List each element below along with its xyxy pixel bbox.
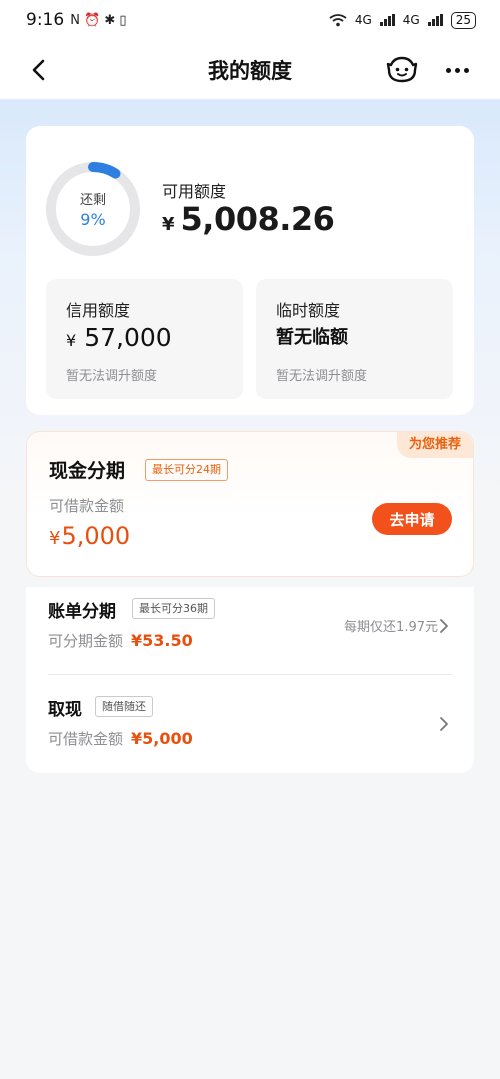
- status-bar: 9:16 N ⏰ ✱ ▯ 4G 4G 25: [0, 0, 500, 40]
- chevron-right-icon: [440, 717, 448, 731]
- ring-center: 还剩 9%: [44, 160, 142, 258]
- signal-icon: [379, 14, 395, 26]
- bill-installment-sub: 可分期金额 ¥53.50: [48, 630, 193, 651]
- temporary-limit-label: 临时额度: [276, 301, 341, 320]
- cash-installment-amount: ¥ 5,000: [49, 522, 130, 550]
- cash-withdraw-sub: 可借款金额 ¥5,000: [48, 728, 193, 749]
- credit-limit-note: 暂无法调升额度: [66, 369, 158, 384]
- ring-label: 还剩: [79, 193, 106, 208]
- credit-limit-box: 信用额度 ¥ 57,000 暂无法调升额度: [46, 279, 243, 399]
- quota-card: 还剩 9% 可用额度 ¥ 5,008.26 信用额度 ¥ 57,000 暂无法调…: [26, 126, 474, 415]
- cash-installment-amount-value: 5,000: [61, 522, 131, 550]
- currency-symbol: ¥: [162, 214, 175, 235]
- apply-button[interactable]: 去申请: [372, 503, 452, 535]
- bill-installment-title: 账单分期: [48, 602, 116, 622]
- available-label: 可用额度: [162, 182, 227, 201]
- temporary-limit-value: 暂无临额: [276, 327, 348, 348]
- network-type-2: 4G: [402, 13, 420, 27]
- credit-limit-number: 57,000: [84, 323, 172, 352]
- more-options-icon[interactable]: [446, 58, 472, 82]
- bill-installment-tag: 最长可分36期: [132, 598, 215, 619]
- cash-withdraw-title: 取现: [48, 700, 82, 720]
- cash-installment-tag: 最长可分24期: [145, 459, 228, 481]
- status-notification-icons: N ⏰ ✱ ▯: [70, 12, 127, 28]
- cash-installment-card[interactable]: 为您推荐 现金分期 最长可分24期 可借款金额 ¥ 5,000 去申请: [26, 431, 474, 577]
- recommend-badge: 为您推荐: [396, 432, 473, 458]
- available-amount: ¥ 5,008.26: [162, 200, 335, 238]
- cash-installment-title: 现金分期: [49, 460, 126, 482]
- bill-installment-sub-label: 可分期金额: [48, 632, 124, 650]
- network-type-1: 4G: [354, 13, 372, 27]
- bill-installment-note: 每期仅还1.97元: [344, 620, 438, 635]
- cash-installment-sub-label: 可借款金额: [49, 497, 125, 515]
- installment-list-card: 账单分期 最长可分36期 可分期金额 ¥53.50 每期仅还1.97元 取现 随…: [26, 587, 474, 773]
- credit-limit-value: ¥ 57,000: [66, 323, 172, 352]
- row-divider: [48, 674, 452, 675]
- nav-bar: 我的额度: [0, 40, 500, 100]
- page-title: 我的额度: [208, 59, 292, 83]
- chevron-right-icon: [440, 619, 448, 633]
- currency-symbol: ¥: [49, 528, 61, 549]
- cash-withdraw-sub-label: 可借款金额: [48, 730, 124, 748]
- cash-withdraw-amount: ¥5,000: [131, 729, 193, 748]
- temporary-limit-box: 临时额度 暂无临额 暂无法调升额度: [256, 279, 453, 399]
- wifi-icon: [329, 14, 347, 27]
- back-arrow-icon[interactable]: [28, 58, 52, 82]
- available-amount-value: 5,008.26: [180, 200, 335, 238]
- credit-limit-label: 信用额度: [66, 301, 131, 320]
- currency-symbol: ¥: [66, 331, 77, 350]
- bill-installment-row[interactable]: 账单分期 最长可分36期 可分期金额 ¥53.50 每期仅还1.97元: [26, 587, 474, 675]
- bill-installment-amount: ¥53.50: [131, 631, 193, 650]
- customer-service-icon[interactable]: [386, 56, 418, 84]
- status-time: 9:16: [26, 10, 65, 30]
- cash-withdraw-row[interactable]: 取现 随借随还 可借款金额 ¥5,000: [26, 685, 474, 773]
- temporary-limit-note: 暂无法调升额度: [276, 369, 368, 384]
- signal-icon-2: [427, 14, 443, 26]
- ring-value: 9%: [80, 210, 106, 229]
- cash-withdraw-tag: 随借随还: [95, 696, 153, 717]
- battery-icon: 25: [450, 11, 476, 29]
